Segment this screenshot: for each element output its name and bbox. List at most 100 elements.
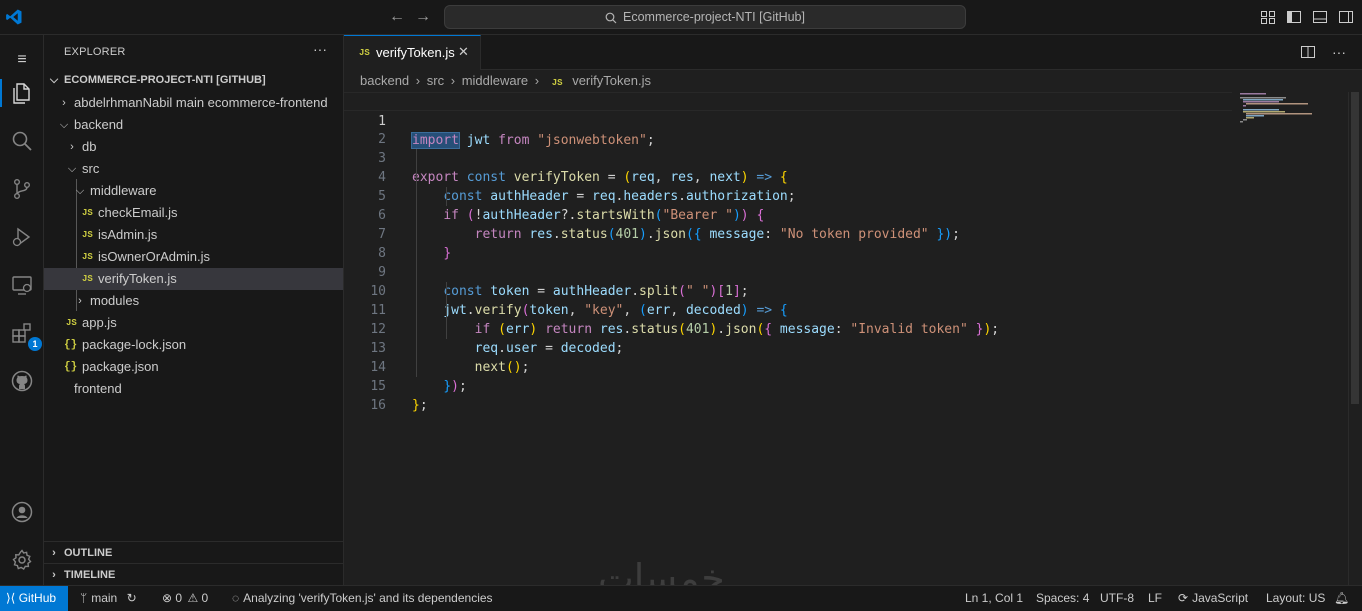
analysis-label: Analyzing 'verifyToken.js' and its depen… (243, 591, 493, 605)
chevron-right-icon: › (52, 547, 56, 559)
tree-item-label: src (82, 161, 100, 176)
status-bar: ⟩⟨ GitHub ᛘ main ↻ ⊗ 0 ⚠ 0 ◌ Analyzing 've… (0, 585, 1362, 611)
tree-item-modules[interactable]: › modules (44, 290, 343, 312)
back-arrow-icon[interactable]: ← (388, 8, 406, 26)
scrollbar-thumb[interactable] (1351, 92, 1359, 404)
tree-item-isowneroradmin[interactable]: JS isOwnerOrAdmin.js (44, 246, 343, 268)
breadcrumb-item[interactable]: verifyToken.js (572, 73, 651, 88)
problems-indicator[interactable]: ⊗ 0 ⚠ 0 (162, 586, 208, 611)
code-line: 3 export const verifyToken = (req, res, … (344, 130, 1234, 185)
editor-actions: ··· (1300, 44, 1346, 63)
json-file-icon: {} (64, 361, 78, 373)
chevron-right-icon: › (70, 141, 74, 153)
code-line: 10 jwt.verify(token, "key", (err, decode… (344, 263, 1234, 318)
end-of-line[interactable]: LF (1148, 586, 1162, 611)
toggle-panel-icon[interactable] (1312, 9, 1328, 25)
warning-count: 0 (201, 591, 209, 605)
remote-indicator[interactable]: ⟩⟨ GitHub (0, 586, 68, 611)
breadcrumb-item[interactable]: backend (360, 73, 409, 88)
tree-item-label: package.json (82, 359, 159, 374)
code-line: 1 import jwt from "jsonwebtoken"; (344, 92, 1234, 149)
workspace-root[interactable]: ⌵ ECOMMERCE-PROJECT-NTI [GITHUB] (44, 69, 343, 91)
braces-icon: ⟳ (1178, 591, 1189, 605)
tree-item-middleware[interactable]: ⌵ middleware (44, 180, 343, 202)
extensions-icon[interactable]: 1 (6, 317, 42, 351)
notifications-bell-icon[interactable]: 🔔︎ (1334, 586, 1349, 611)
tree-item-package-lock[interactable]: {} package-lock.json (44, 334, 343, 356)
tree-item-label: abdelrhmanNabil main ecommerce-frontend (74, 95, 328, 110)
breadcrumb-item[interactable]: src (427, 73, 444, 88)
code-line: 5 if (!authHeader?.startsWith("Bearer ")… (344, 168, 1234, 223)
source-control-icon[interactable] (6, 173, 38, 205)
activity-bar: ≡ 1 (0, 35, 44, 585)
tree-item-verifytoken[interactable]: JS verifyToken.js (44, 268, 343, 290)
chevron-right-icon: › (52, 569, 56, 581)
loading-icon: ◌ (232, 591, 240, 605)
code-line: 16 (344, 377, 1234, 413)
minimap[interactable] (1232, 92, 1344, 124)
line-number: 16 (370, 398, 386, 413)
tree-item-label: checkEmail.js (98, 205, 178, 220)
command-center[interactable]: Ecommerce-project-NTI [GitHub] (444, 5, 966, 29)
search-icon[interactable] (6, 125, 38, 157)
tree-item-label: middleware (90, 183, 157, 198)
vertical-scrollbar[interactable] (1348, 92, 1362, 585)
branch-icon: ᛘ (80, 591, 88, 605)
github-icon[interactable] (6, 365, 38, 397)
menu-icon[interactable]: ≡ (0, 44, 44, 76)
search-icon (605, 12, 617, 24)
indentation[interactable]: Spaces: 4 (1036, 586, 1089, 611)
timeline-section-header[interactable]: › TIMELINE (44, 563, 343, 585)
settings-gear-icon[interactable] (6, 544, 38, 576)
tree-item-frontend[interactable]: frontend (44, 378, 343, 400)
tree-item-db[interactable]: › db (44, 136, 343, 158)
remote-explorer-icon[interactable] (6, 269, 38, 301)
tree-item-src[interactable]: ⌵ src (44, 158, 343, 180)
timeline-label: TIMELINE (64, 569, 116, 581)
code-line: 8 (344, 225, 1234, 261)
split-editor-icon[interactable] (1300, 44, 1316, 63)
breadcrumb-item[interactable]: middleware (462, 73, 528, 88)
cursor-position[interactable]: Ln 1, Col 1 (965, 586, 1023, 611)
toggle-primary-sidebar-icon[interactable] (1286, 9, 1302, 25)
remote-label: GitHub (18, 591, 57, 605)
tree-item-label: modules (90, 293, 140, 308)
tree-item-frontend-repo[interactable]: › abdelrhmanNabil main ecommerce-fronten… (44, 92, 343, 114)
run-debug-icon[interactable] (6, 221, 38, 253)
keyboard-layout[interactable]: Layout: US (1266, 586, 1325, 611)
tab-verifytoken[interactable]: JS verifyToken.js ✕ (344, 35, 481, 70)
code-editor[interactable]: 1 import jwt from "jsonwebtoken"; 2 3 ex… (344, 92, 1362, 585)
js-file-icon: JS (82, 208, 93, 218)
code-line: 11 if (err) return res.status(401).json(… (344, 282, 1234, 337)
tree-item-package[interactable]: {} package.json (44, 356, 343, 378)
more-actions-icon[interactable]: ··· (1332, 44, 1346, 63)
toggle-secondary-sidebar-icon[interactable] (1338, 9, 1354, 25)
accounts-icon[interactable] (6, 496, 38, 528)
tree-item-backend[interactable]: ⌵ backend (44, 114, 343, 136)
explorer-icon[interactable] (0, 77, 38, 109)
chevron-right-icon: › (62, 97, 66, 109)
tree-item-app[interactable]: JS app.js (44, 312, 343, 334)
outline-section-header[interactable]: › OUTLINE (44, 541, 343, 563)
forward-arrow-icon[interactable]: → (414, 8, 432, 26)
branch-indicator[interactable]: ᛘ main ↻ (80, 586, 137, 611)
json-file-icon: {} (64, 339, 78, 351)
tab-label: verifyToken.js (376, 45, 455, 60)
code-line: 6 return res.status(401).json({ message:… (344, 187, 1234, 242)
title-bar: ← → Ecommerce-project-NTI [GitHub] (0, 0, 1362, 35)
tree-item-isadmin[interactable]: JS isAdmin.js (44, 224, 343, 246)
language-mode[interactable]: ⟳ JavaScript (1178, 586, 1248, 611)
encoding[interactable]: UTF-8 (1100, 586, 1134, 611)
tree-item-label: isAdmin.js (98, 227, 158, 242)
error-count: 0 (175, 591, 183, 605)
customize-layout-icon[interactable] (1260, 9, 1276, 25)
tree-item-checkemail[interactable]: JS checkEmail.js (44, 202, 343, 224)
breadcrumb-separator-icon: › (534, 73, 540, 88)
sync-icon[interactable]: ↻ (127, 591, 137, 605)
indent-guide (446, 187, 447, 206)
chevron-down-icon: ⌵ (49, 74, 59, 86)
branch-label: main (91, 591, 118, 605)
code-line: 15 }; (344, 358, 1234, 413)
close-icon[interactable]: ✕ (458, 44, 469, 60)
explorer-more-actions-icon[interactable]: ··· (313, 41, 327, 57)
